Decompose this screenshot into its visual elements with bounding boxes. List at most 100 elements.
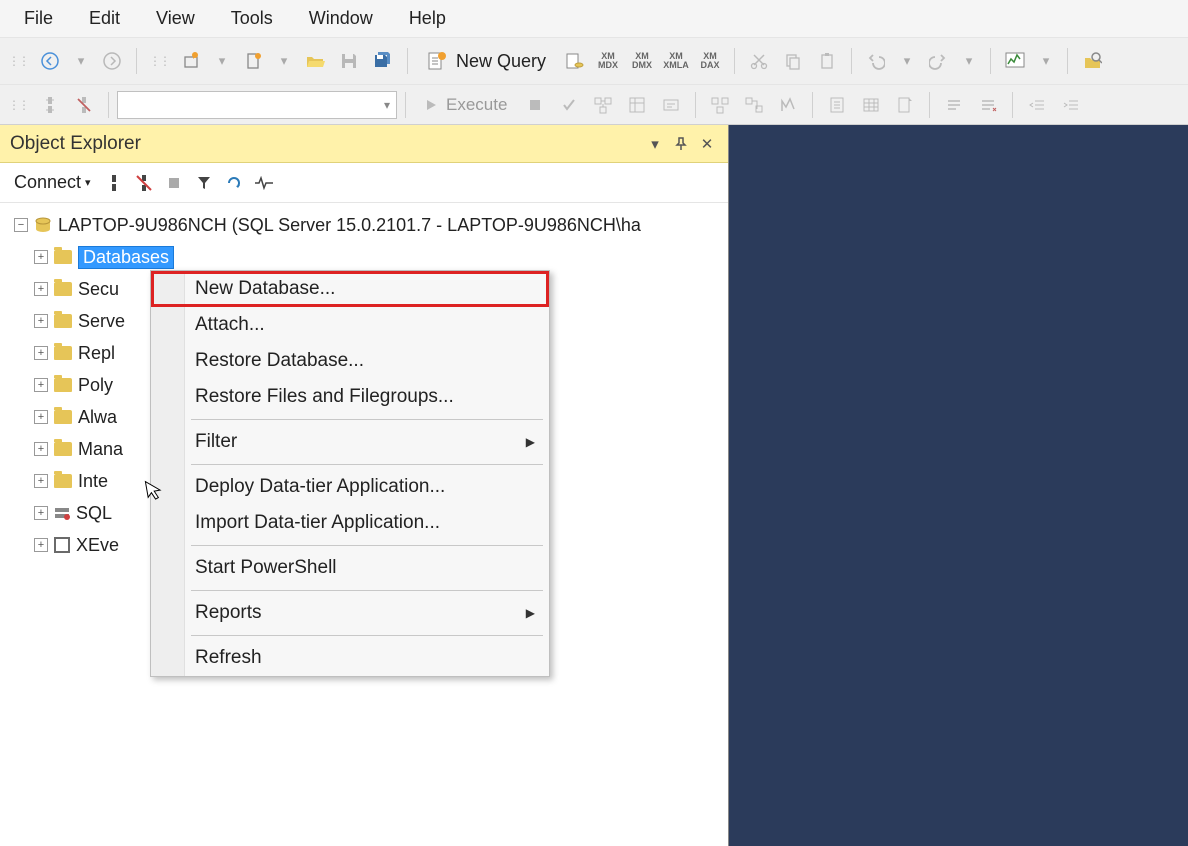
menu-start-powershell[interactable]: Start PowerShell xyxy=(151,550,549,586)
execute-button[interactable]: Execute xyxy=(414,92,517,118)
toolbar-grip-icon: ⋮⋮ xyxy=(4,98,32,112)
polybase-label: Poly xyxy=(78,375,113,396)
connect-server-button[interactable] xyxy=(101,170,127,196)
decrease-indent-button[interactable] xyxy=(1021,89,1053,121)
separator xyxy=(851,48,852,74)
menu-view[interactable]: View xyxy=(138,2,213,35)
expand-icon[interactable]: + xyxy=(34,538,48,552)
client-stats-button[interactable] xyxy=(772,89,804,121)
filter-button[interactable] xyxy=(191,170,217,196)
panel-dropdown-button[interactable]: ▾ xyxy=(644,133,666,155)
expand-icon[interactable]: + xyxy=(34,314,48,328)
disconnect-server-button[interactable] xyxy=(131,170,157,196)
dmx-query-button[interactable]: XMDMX xyxy=(626,45,658,77)
collapse-icon[interactable]: − xyxy=(14,218,28,232)
new-project-dropdown[interactable]: ▾ xyxy=(209,48,235,74)
menu-filter[interactable]: Filter ▶ xyxy=(151,424,549,460)
dax-query-button[interactable]: XMDAX xyxy=(694,45,726,77)
paste-button[interactable] xyxy=(811,45,843,77)
comment-button[interactable] xyxy=(938,89,970,121)
panel-close-button[interactable]: ✕ xyxy=(696,133,718,155)
menu-new-database[interactable]: New Database... xyxy=(151,271,549,307)
mdx-query-button[interactable]: XMMDX xyxy=(592,45,624,77)
expand-icon[interactable]: + xyxy=(34,282,48,296)
nav-back-dropdown[interactable]: ▾ xyxy=(68,48,94,74)
save-all-button[interactable] xyxy=(367,45,399,77)
save-button[interactable] xyxy=(333,45,365,77)
change-connection-button[interactable] xyxy=(34,89,66,121)
stop-button-oe[interactable] xyxy=(161,170,187,196)
find-button[interactable] xyxy=(1076,45,1108,77)
intellisense-button[interactable] xyxy=(655,89,687,121)
activity-monitor-button[interactable] xyxy=(999,45,1031,77)
expand-icon[interactable]: + xyxy=(34,474,48,488)
separator xyxy=(990,48,991,74)
activity-dropdown[interactable]: ▾ xyxy=(1033,48,1059,74)
management-label: Mana xyxy=(78,439,123,460)
redo-dropdown[interactable]: ▾ xyxy=(956,48,982,74)
menu-edit[interactable]: Edit xyxy=(71,2,138,35)
new-item-button[interactable] xyxy=(237,45,269,77)
xmla-query-button[interactable]: XMXMLA xyxy=(660,45,692,77)
object-explorer-titlebar: Object Explorer ▾ ✕ xyxy=(0,125,728,163)
menu-deploy-data-tier[interactable]: Deploy Data-tier Application... xyxy=(151,469,549,505)
uncomment-button[interactable] xyxy=(972,89,1004,121)
expand-icon[interactable]: + xyxy=(34,250,48,264)
parse-button[interactable] xyxy=(553,89,585,121)
object-explorer-toolbar: Connect ▾ xyxy=(0,163,728,203)
sql-editor-toolbar: ⋮⋮ ▾ Execute xyxy=(0,84,1188,124)
expand-icon[interactable]: + xyxy=(34,410,48,424)
copy-button[interactable] xyxy=(777,45,809,77)
new-item-dropdown[interactable]: ▾ xyxy=(271,48,297,74)
menu-tools[interactable]: Tools xyxy=(213,2,291,35)
open-file-button[interactable] xyxy=(299,45,331,77)
menu-attach[interactable]: Attach... xyxy=(151,307,549,343)
undo-dropdown[interactable]: ▾ xyxy=(894,48,920,74)
live-stats-button[interactable] xyxy=(738,89,770,121)
refresh-button[interactable] xyxy=(221,170,247,196)
undo-button[interactable] xyxy=(860,45,892,77)
expand-icon[interactable]: + xyxy=(34,378,48,392)
query-options-button[interactable] xyxy=(621,89,653,121)
disconnect-button[interactable] xyxy=(68,89,100,121)
menu-separator xyxy=(191,464,543,465)
cut-button[interactable] xyxy=(743,45,775,77)
menu-import-data-tier-label: Import Data-tier Application... xyxy=(195,512,440,534)
menu-restore-database[interactable]: Restore Database... xyxy=(151,343,549,379)
menu-refresh-label: Refresh xyxy=(195,647,262,669)
expand-icon[interactable]: + xyxy=(34,346,48,360)
menu-restore-files[interactable]: Restore Files and Filegroups... xyxy=(151,379,549,415)
menu-refresh[interactable]: Refresh xyxy=(151,640,549,676)
redo-button[interactable] xyxy=(922,45,954,77)
folder-icon xyxy=(54,250,72,264)
results-to-text-button[interactable] xyxy=(821,89,853,121)
database-engine-query-button[interactable] xyxy=(558,45,590,77)
nav-back-button[interactable] xyxy=(34,45,66,77)
folder-icon xyxy=(54,410,72,424)
menu-restore-database-label: Restore Database... xyxy=(195,350,364,372)
new-query-button[interactable]: New Query xyxy=(416,46,556,76)
menu-window[interactable]: Window xyxy=(291,2,391,35)
actual-plan-button[interactable] xyxy=(704,89,736,121)
increase-indent-button[interactable] xyxy=(1055,89,1087,121)
activity-button[interactable] xyxy=(251,170,277,196)
menu-file[interactable]: File xyxy=(6,2,71,35)
menu-import-data-tier[interactable]: Import Data-tier Application... xyxy=(151,505,549,541)
tree-node-server[interactable]: − LAPTOP-9U986NCH (SQL Server 15.0.2101.… xyxy=(6,209,728,241)
menu-reports[interactable]: Reports ▶ xyxy=(151,595,549,631)
results-to-file-button[interactable] xyxy=(889,89,921,121)
nav-forward-button[interactable] xyxy=(96,45,128,77)
separator xyxy=(695,92,696,118)
estimated-plan-button[interactable] xyxy=(587,89,619,121)
new-project-button[interactable] xyxy=(175,45,207,77)
panel-pin-button[interactable] xyxy=(670,133,692,155)
results-to-grid-button[interactable] xyxy=(855,89,887,121)
expand-icon[interactable]: + xyxy=(34,442,48,456)
available-databases-combo[interactable]: ▾ xyxy=(117,91,397,119)
menu-help[interactable]: Help xyxy=(391,2,464,35)
stop-button[interactable] xyxy=(519,89,551,121)
connect-button[interactable]: Connect ▾ xyxy=(8,168,97,197)
submenu-arrow-icon: ▶ xyxy=(526,606,535,620)
expand-icon[interactable]: + xyxy=(34,506,48,520)
tree-node-databases[interactable]: + Databases xyxy=(34,241,728,273)
